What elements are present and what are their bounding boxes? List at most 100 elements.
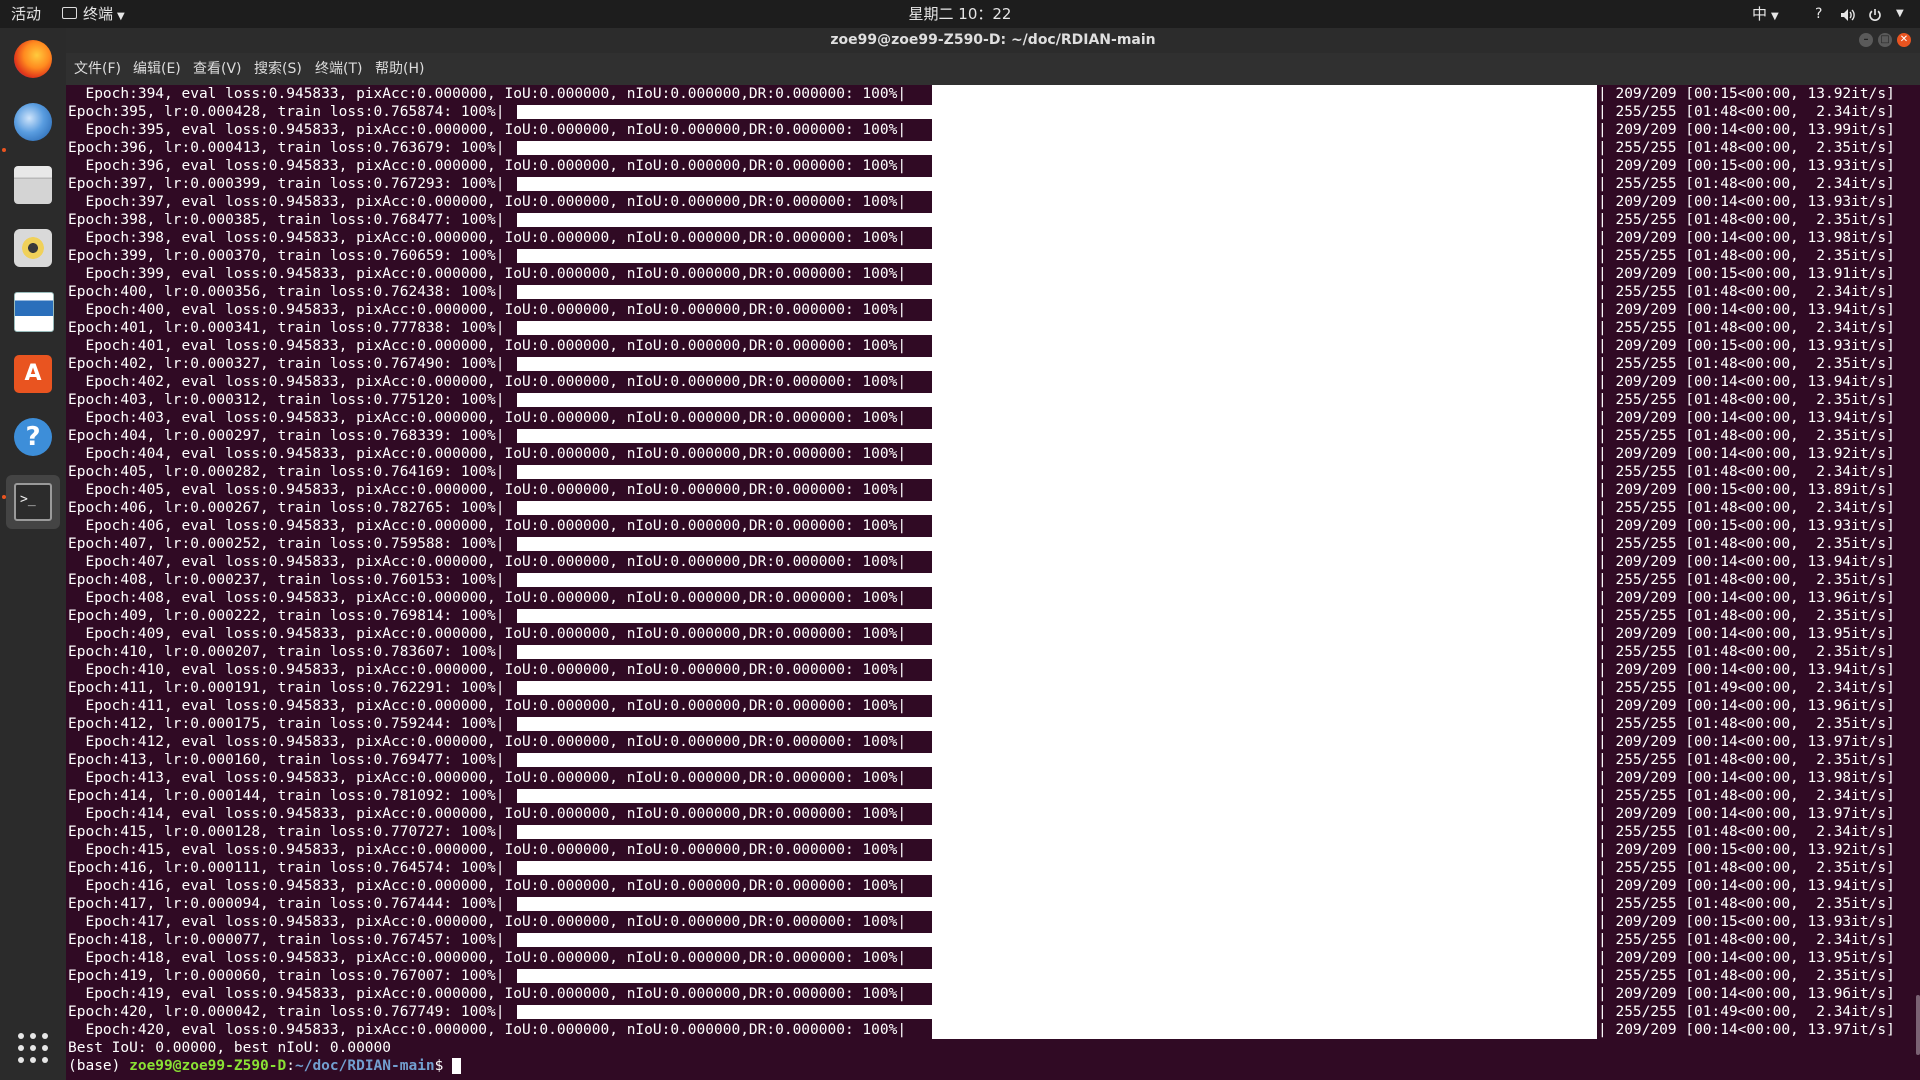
- train-progress-bar: [517, 861, 1179, 875]
- log-text: Epoch:401, lr:0.000341, train loss:0.777…: [68, 320, 505, 336]
- dock-software[interactable]: A: [6, 347, 60, 401]
- eval-log-line: Epoch:407, eval loss:0.945833, pixAcc:0.…: [66, 553, 1916, 571]
- log-text: Epoch:415, eval loss:0.945833, pixAcc:0.…: [68, 842, 907, 858]
- progress-stats: | 209/209 [00:14<00:00, 13.94it/s]: [1598, 302, 1895, 318]
- progress-stats: | 255/255 [01:48<00:00, 2.35it/s]: [1598, 140, 1895, 156]
- progress-stats: | 209/209 [00:14<00:00, 13.97it/s]: [1598, 806, 1895, 822]
- log-text: Epoch:395, lr:0.000428, train loss:0.765…: [68, 104, 505, 120]
- menu-view[interactable]: 查看(V): [193, 53, 242, 85]
- train-log-line: Epoch:407, lr:0.000252, train loss:0.759…: [66, 535, 1916, 553]
- dock-terminal[interactable]: >_: [6, 475, 60, 529]
- train-log-line: Epoch:399, lr:0.000370, train loss:0.760…: [66, 247, 1916, 265]
- eval-log-line: Epoch:406, eval loss:0.945833, pixAcc:0.…: [66, 517, 1916, 535]
- clock[interactable]: 星期二 10：22: [0, 0, 1920, 28]
- train-log-line: Epoch:418, lr:0.000077, train loss:0.767…: [66, 931, 1916, 949]
- dock-help[interactable]: ?: [6, 410, 60, 464]
- train-progress-bar: [517, 249, 1179, 263]
- dock: A ? >_: [0, 28, 66, 1080]
- progress-stats: | 209/209 [00:14<00:00, 13.94it/s]: [1598, 878, 1895, 894]
- scrollbar[interactable]: [1916, 85, 1920, 1080]
- progress-stats: | 255/255 [01:48<00:00, 2.35it/s]: [1598, 968, 1895, 984]
- log-text: Epoch:399, lr:0.000370, train loss:0.760…: [68, 248, 505, 264]
- maximize-button[interactable]: □: [1878, 33, 1892, 47]
- log-text: Epoch:404, eval loss:0.945833, pixAcc:0.…: [68, 446, 907, 462]
- menu-search[interactable]: 搜索(S): [254, 53, 302, 85]
- help-indicator[interactable]: ?: [1815, 0, 1822, 28]
- progress-stats: | 255/255 [01:48<00:00, 2.35it/s]: [1598, 860, 1895, 876]
- grid-icon[interactable]: [16, 1031, 50, 1065]
- log-text: Epoch:420, lr:0.000042, train loss:0.767…: [68, 1004, 505, 1020]
- dock-thunderbird[interactable]: [6, 95, 60, 149]
- progress-stats: | 255/255 [01:48<00:00, 2.35it/s]: [1598, 644, 1895, 660]
- log-text: Epoch:406, eval loss:0.945833, pixAcc:0.…: [68, 518, 907, 534]
- train-progress-bar: [517, 681, 1179, 695]
- progress-stats: | 209/209 [00:14<00:00, 13.93it/s]: [1598, 194, 1895, 210]
- eval-log-line: Epoch:409, eval loss:0.945833, pixAcc:0.…: [66, 625, 1916, 643]
- train-progress-bar: [517, 141, 1179, 155]
- train-log-line: Epoch:404, lr:0.000297, train loss:0.768…: [66, 427, 1916, 445]
- progress-stats: | 255/255 [01:48<00:00, 2.34it/s]: [1598, 932, 1895, 948]
- train-progress-bar: [517, 717, 1179, 731]
- train-log-line: Epoch:405, lr:0.000282, train loss:0.764…: [66, 463, 1916, 481]
- progress-stats: | 255/255 [01:48<00:00, 2.35it/s]: [1598, 536, 1895, 552]
- progress-stats: | 209/209 [00:14<00:00, 13.95it/s]: [1598, 950, 1895, 966]
- train-log-line: Epoch:410, lr:0.000207, train loss:0.783…: [66, 643, 1916, 661]
- menu-help[interactable]: 帮助(H): [375, 53, 424, 85]
- eval-log-line: Epoch:400, eval loss:0.945833, pixAcc:0.…: [66, 301, 1916, 319]
- progress-stats: | 255/255 [01:48<00:00, 2.35it/s]: [1598, 608, 1895, 624]
- train-progress-bar: [517, 897, 1179, 911]
- progress-stats: | 255/255 [01:48<00:00, 2.35it/s]: [1598, 896, 1895, 912]
- progress-stats: | 255/255 [01:48<00:00, 2.35it/s]: [1598, 752, 1895, 768]
- log-text: Epoch:405, lr:0.000282, train loss:0.764…: [68, 464, 505, 480]
- train-log-line: Epoch:417, lr:0.000094, train loss:0.767…: [66, 895, 1916, 913]
- eval-log-line: Epoch:396, eval loss:0.945833, pixAcc:0.…: [66, 157, 1916, 175]
- scrollbar-thumb[interactable]: [1916, 995, 1920, 1055]
- prompt-path: ~/doc/RDIAN-main: [294, 1058, 435, 1074]
- prompt-env: (base): [68, 1058, 130, 1074]
- progress-stats: | 209/209 [00:15<00:00, 13.91it/s]: [1598, 266, 1895, 282]
- shell-prompt[interactable]: (base) zoe99@zoe99-Z590-D:~/doc/RDIAN-ma…: [68, 1057, 462, 1075]
- terminal-output[interactable]: Epoch:394, eval loss:0.945833, pixAcc:0.…: [66, 85, 1920, 1080]
- minimize-button[interactable]: –: [1859, 33, 1873, 47]
- log-text: Epoch:411, lr:0.000191, train loss:0.762…: [68, 680, 505, 696]
- dock-firefox[interactable]: [6, 32, 60, 86]
- menu-edit[interactable]: 编辑(E): [133, 53, 181, 85]
- files-icon: [14, 166, 52, 204]
- power-icon[interactable]: [1868, 0, 1882, 28]
- train-progress-bar: [517, 213, 1179, 227]
- log-text: Epoch:407, lr:0.000252, train loss:0.759…: [68, 536, 505, 552]
- progress-stats: | 209/209 [00:15<00:00, 13.89it/s]: [1598, 482, 1895, 498]
- progress-stats: | 209/209 [00:15<00:00, 13.92it/s]: [1598, 86, 1895, 102]
- train-progress-bar: [517, 645, 1179, 659]
- train-log-line: Epoch:413, lr:0.000160, train loss:0.769…: [66, 751, 1916, 769]
- progress-stats: | 209/209 [00:14<00:00, 13.97it/s]: [1598, 1022, 1895, 1038]
- train-progress-bar: [517, 501, 1179, 515]
- eval-log-line: Epoch:412, eval loss:0.945833, pixAcc:0.…: [66, 733, 1916, 751]
- thunderbird-icon: [14, 103, 52, 141]
- log-text: Epoch:398, eval loss:0.945833, pixAcc:0.…: [68, 230, 907, 246]
- train-log-line: Epoch:420, lr:0.000042, train loss:0.767…: [66, 1003, 1916, 1021]
- eval-log-line: Epoch:403, eval loss:0.945833, pixAcc:0.…: [66, 409, 1916, 427]
- input-method-indicator[interactable]: 中 ▼: [1752, 0, 1779, 28]
- log-text: Epoch:416, lr:0.000111, train loss:0.764…: [68, 860, 505, 876]
- train-log-line: Epoch:400, lr:0.000356, train loss:0.762…: [66, 283, 1916, 301]
- speaker-icon[interactable]: [1840, 0, 1856, 28]
- top-bar: 活动 终端 ▼ 星期二 10：22 中 ▼ ? ▼: [0, 0, 1920, 28]
- log-text: Epoch:411, eval loss:0.945833, pixAcc:0.…: [68, 698, 907, 714]
- close-button[interactable]: ✕: [1897, 33, 1911, 47]
- dock-files[interactable]: [6, 158, 60, 212]
- dock-rhythmbox[interactable]: [6, 221, 60, 275]
- eval-log-line: Epoch:420, eval loss:0.945833, pixAcc:0.…: [66, 1021, 1916, 1039]
- eval-log-line: Epoch:404, eval loss:0.945833, pixAcc:0.…: [66, 445, 1916, 463]
- train-log-line: Epoch:403, lr:0.000312, train loss:0.775…: [66, 391, 1916, 409]
- progress-stats: | 209/209 [00:14<00:00, 13.97it/s]: [1598, 734, 1895, 750]
- eval-log-line: Epoch:411, eval loss:0.945833, pixAcc:0.…: [66, 697, 1916, 715]
- log-text: Epoch:414, lr:0.000144, train loss:0.781…: [68, 788, 505, 804]
- menu-file[interactable]: 文件(F): [74, 53, 121, 85]
- eval-log-line: Epoch:402, eval loss:0.945833, pixAcc:0.…: [66, 373, 1916, 391]
- menu-terminal[interactable]: 终端(T): [315, 53, 362, 85]
- chevron-down-icon[interactable]: ▼: [1896, 0, 1904, 28]
- chevron-down-icon: ▼: [1771, 11, 1779, 22]
- dock-writer[interactable]: [6, 284, 60, 338]
- window-titlebar[interactable]: zoe99@zoe99-Z590-D: ~/doc/RDIAN-main – □…: [66, 28, 1920, 53]
